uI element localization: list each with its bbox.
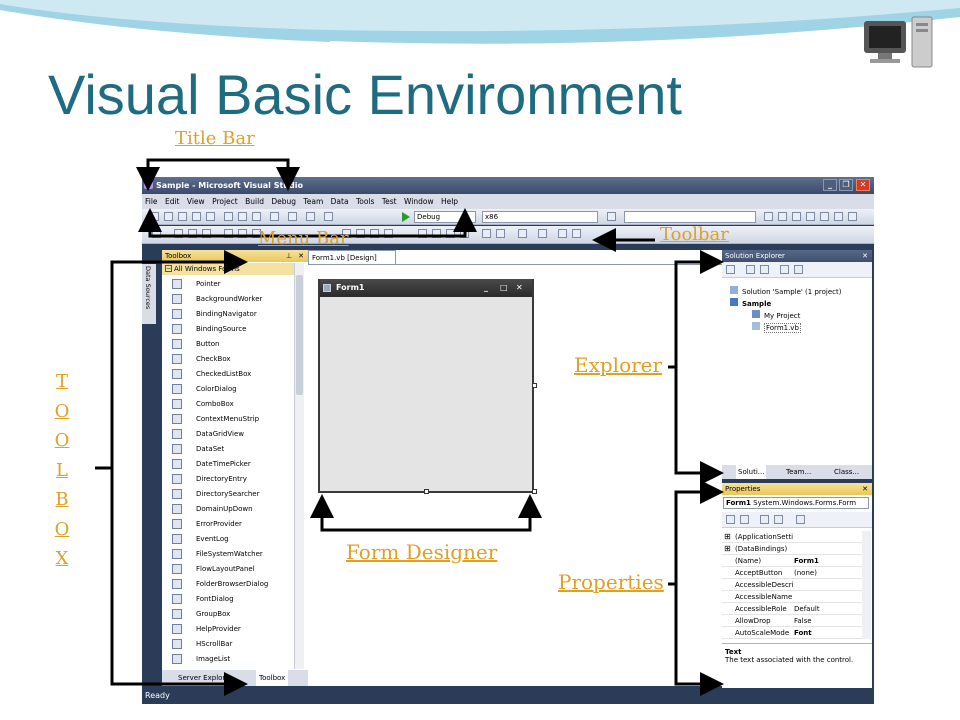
callout-explorer: Explorer <box>574 353 663 377</box>
callout-menu-bar: Menu Bar <box>258 228 349 249</box>
callout-toolbar: Toolbar <box>660 224 729 245</box>
callout-toolbox: T O O L B O X <box>54 371 70 569</box>
callout-title-bar: Title Bar <box>175 128 255 149</box>
callout-form-designer: Form Designer <box>346 540 498 564</box>
callout-properties: Properties <box>558 570 664 594</box>
callout-arrows <box>95 158 724 696</box>
